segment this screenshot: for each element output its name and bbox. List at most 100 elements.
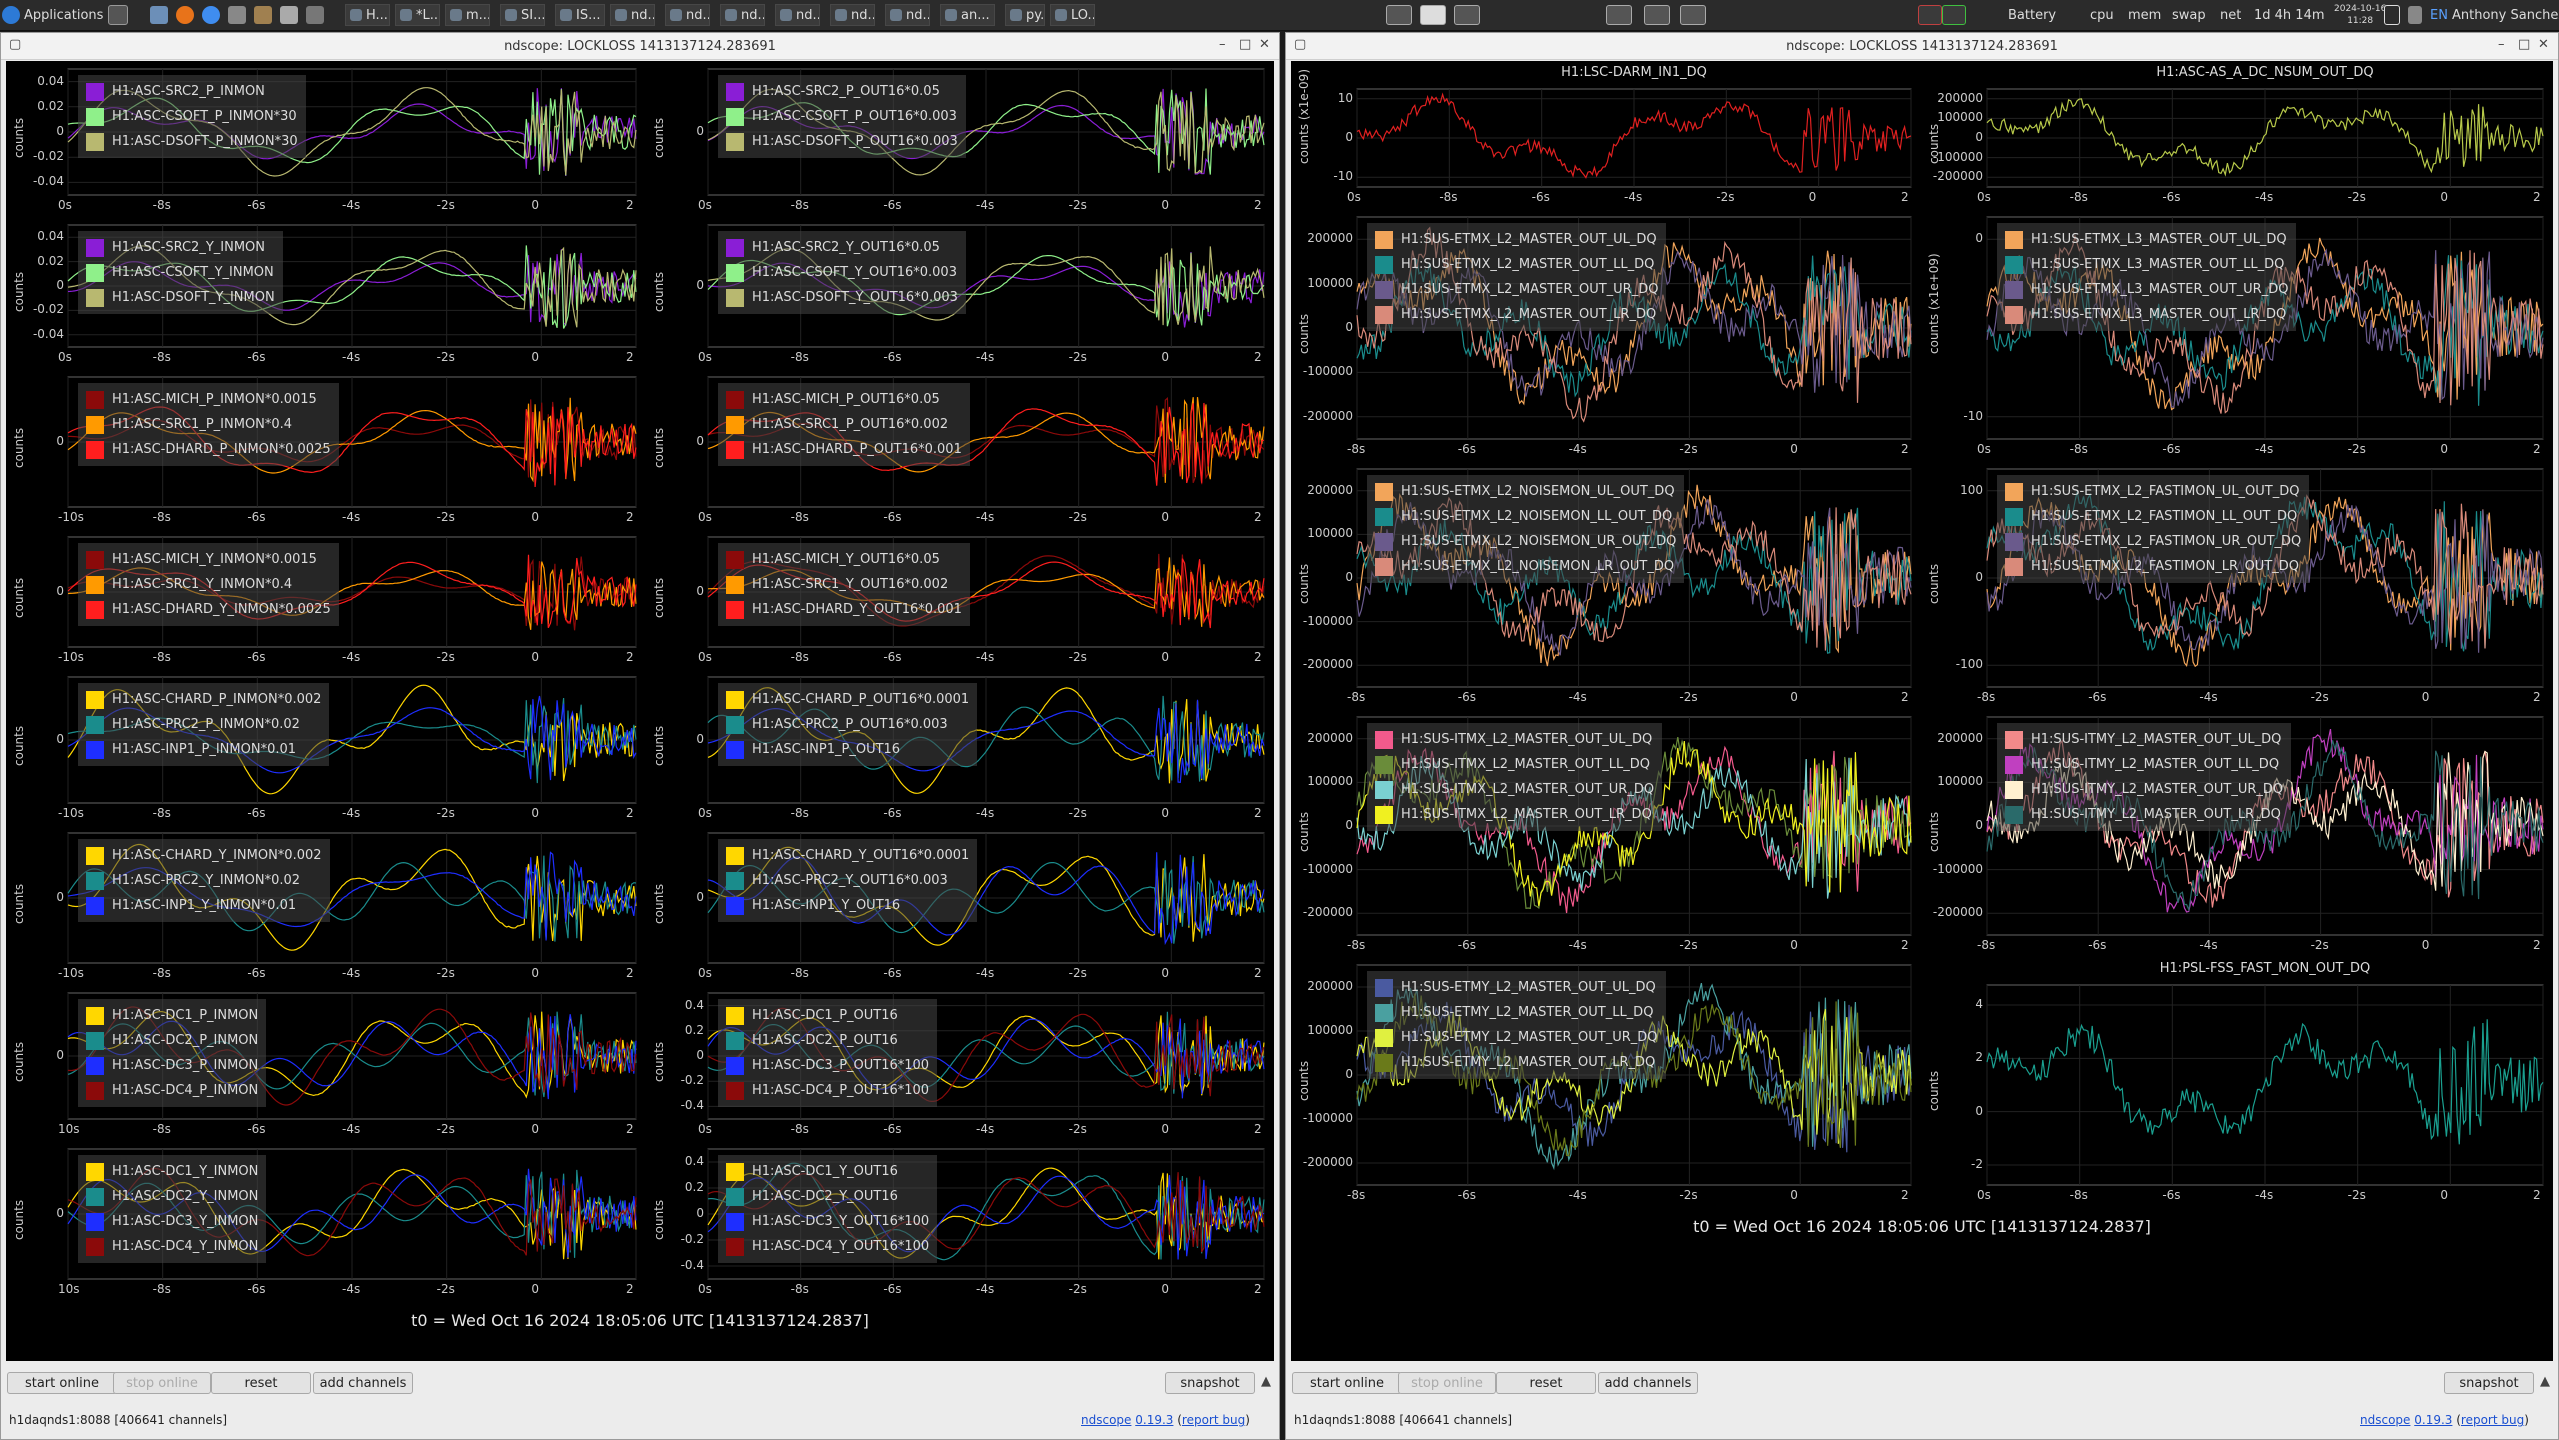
legend-entry[interactable]: H1:ASC-SRC2_Y_OUT16*0.05 bbox=[726, 235, 958, 260]
plot-panel[interactable]: H1:PSL-FSS_FAST_MON_OUT_DQ counts 4 2 0 -2 0s -… bbox=[1921, 957, 2553, 1207]
legend-entry[interactable]: H1:ASC-DC3_Y_INMON bbox=[86, 1209, 258, 1234]
legend-entry[interactable]: H1:ASC-DHARD_P_OUT16*0.001 bbox=[726, 437, 962, 462]
legend-entry[interactable]: H1:ASC-DC4_Y_OUT16*100 bbox=[726, 1234, 929, 1259]
legend-entry[interactable]: H1:ASC-DC1_Y_OUT16 bbox=[726, 1159, 929, 1184]
plot-panel[interactable]: counts 0 -10s -8s -6s -4s -2s 0 2 H1:ASC-MICH_Y_I… bbox=[6, 529, 646, 669]
legend-entry[interactable]: H1:ASC-DSOFT_Y_INMON bbox=[86, 285, 275, 310]
legend-entry[interactable]: H1:ASC-SRC1_Y_INMON*0.4 bbox=[86, 572, 331, 597]
plot-panel[interactable]: counts 0 0s -8s -6s -4s -2s 0 2 H1:ASC-SRC2_Y_OUT… bbox=[646, 217, 1274, 369]
plot-panel[interactable]: counts (x1e+09) 0 -10 0s -8s -6s -4s -2s 0 2 H1:SU… bbox=[1921, 209, 2553, 461]
workspace-3[interactable] bbox=[1454, 4, 1484, 26]
taskbar-task-6[interactable]: nd... bbox=[665, 4, 710, 26]
plot-legend[interactable]: H1:ASC-CHARD_P_INMON*0.002 H1:ASC-PRC2_P_… bbox=[78, 683, 330, 766]
legend-entry[interactable]: H1:SUS-ETMY_L2_MASTER_OUT_LR_DQ bbox=[1375, 1050, 1658, 1075]
legend-entry[interactable]: H1:ASC-DSOFT_P_INMON*30 bbox=[86, 129, 298, 154]
legend-entry[interactable]: H1:ASC-CHARD_P_INMON*0.002 bbox=[86, 687, 321, 712]
legend-entry[interactable]: H1:ASC-PRC2_Y_OUT16*0.003 bbox=[726, 868, 969, 893]
plot-panel[interactable]: counts 200000 100000 0 -100000 -200000 -8s -6s -… bbox=[1291, 957, 1921, 1207]
plot-legend[interactable]: H1:ASC-SRC2_P_OUT16*0.05 H1:ASC-CSOFT_P_O… bbox=[718, 75, 966, 158]
legend-entry[interactable]: H1:ASC-DSOFT_Y_OUT16*0.003 bbox=[726, 285, 958, 310]
close-button[interactable]: ✕ bbox=[2538, 37, 2549, 52]
plot-panel[interactable]: counts 0.4 0.2 0 -0.2 -0.4 0s -8s -6s -4s -2s 0 2 H1:… bbox=[646, 1141, 1274, 1301]
minimize-button[interactable]: – bbox=[2498, 37, 2505, 52]
plot-panel[interactable]: counts 0 0s -8s -6s -4s -2s 0 2 H1:ASC-CHARD_Y_OU… bbox=[646, 825, 1274, 985]
add-channels-button[interactable]: add channels bbox=[1598, 1372, 1698, 1394]
plot-canvas[interactable] bbox=[1921, 957, 2553, 1207]
legend-entry[interactable]: H1:ASC-DSOFT_P_OUT16*0.003 bbox=[726, 129, 958, 154]
legend-entry[interactable]: H1:SUS-ETMX_L3_MASTER_OUT_UL_DQ bbox=[2005, 227, 2288, 252]
legend-entry[interactable]: H1:ASC-DC2_Y_OUT16 bbox=[726, 1184, 929, 1209]
plot-legend[interactable]: H1:SUS-ETMX_L3_MASTER_OUT_UL_DQ H1:SUS-ET… bbox=[1997, 223, 2297, 331]
start-online-button[interactable]: start online bbox=[7, 1372, 117, 1394]
plot-legend[interactable]: H1:ASC-MICH_P_OUT16*0.05 H1:ASC-SRC1_P_OU… bbox=[718, 383, 970, 466]
plot-panel[interactable]: counts 0 -10s -8s -6s -4s -2s 0 2 H1:ASC-CHARD_P_… bbox=[6, 669, 646, 825]
legend-entry[interactable]: H1:SUS-ETMY_L2_MASTER_OUT_UR_DQ bbox=[1375, 1025, 1658, 1050]
legend-entry[interactable]: H1:ASC-CSOFT_P_OUT16*0.003 bbox=[726, 104, 958, 129]
plot-legend[interactable]: H1:ASC-DC1_P_INMON H1:ASC-DC2_P_INMON H1:A… bbox=[78, 999, 267, 1107]
plot-panel[interactable]: counts 0 -10s -8s -6s -4s -2s 0 2 H1:ASC-MICH_P_I… bbox=[6, 369, 646, 529]
legend-entry[interactable]: H1:SUS-ETMY_L2_MASTER_OUT_LL_DQ bbox=[1375, 1000, 1658, 1025]
taskbar-task-7[interactable]: nd... bbox=[720, 4, 765, 26]
reset-button[interactable]: reset bbox=[1496, 1372, 1596, 1394]
snapshot-button[interactable]: snapshot bbox=[2444, 1372, 2534, 1394]
share-launcher[interactable] bbox=[228, 4, 250, 26]
legend-entry[interactable]: H1:ASC-PRC2_P_OUT16*0.003 bbox=[726, 712, 969, 737]
plot-legend[interactable]: H1:SUS-ETMX_L2_MASTER_OUT_UL_DQ H1:SUS-ET… bbox=[1367, 223, 1667, 331]
legend-entry[interactable]: H1:SUS-ITMY_L2_MASTER_OUT_LL_DQ bbox=[2005, 752, 2283, 777]
taskbar-task-5[interactable]: nd... bbox=[610, 4, 655, 26]
collapse-icon[interactable]: ▲ bbox=[2540, 1374, 2550, 1389]
plot-panel[interactable]: H1:LSC-DARM_IN1_DQ counts (x1e-09) 10 0 -10 0… bbox=[1291, 61, 1921, 209]
legend-entry[interactable]: H1:ASC-DC4_P_INMON bbox=[86, 1078, 258, 1103]
report-bug-link[interactable]: report bug bbox=[2461, 1413, 2524, 1427]
legend-entry[interactable]: H1:SUS-ITMX_L2_MASTER_OUT_LL_DQ bbox=[1375, 752, 1654, 777]
legend-entry[interactable]: H1:ASC-PRC2_Y_INMON*0.02 bbox=[86, 868, 322, 893]
workspace-5[interactable] bbox=[1644, 4, 1674, 26]
plot-panel[interactable]: counts 0.4 0.2 0 -0.2 -0.4 0s -8s -6s -4s -2s 0 2 H1:… bbox=[646, 985, 1274, 1141]
plot-legend[interactable]: H1:SUS-ETMY_L2_MASTER_OUT_UL_DQ H1:SUS-ET… bbox=[1367, 971, 1666, 1079]
files-launcher[interactable] bbox=[150, 4, 172, 26]
plot-legend[interactable]: H1:ASC-SRC2_Y_OUT16*0.05 H1:ASC-CSOFT_Y_O… bbox=[718, 231, 966, 314]
ndscope-link[interactable]: ndscope bbox=[1081, 1413, 1131, 1427]
legend-entry[interactable]: H1:ASC-DC1_P_INMON bbox=[86, 1003, 258, 1028]
plot-legend[interactable]: H1:ASC-CHARD_Y_INMON*0.002 H1:ASC-PRC2_Y_… bbox=[78, 839, 330, 922]
legend-entry[interactable]: H1:ASC-DC2_P_OUT16 bbox=[726, 1028, 929, 1053]
plot-area[interactable]: counts 0.04 0.02 0 -0.02 -0.04 0s -8s -6s -4s -2s 0… bbox=[6, 61, 1274, 1361]
start-online-button[interactable]: start online bbox=[1292, 1372, 1402, 1394]
legend-entry[interactable]: H1:SUS-ITMY_L2_MASTER_OUT_LR_DQ bbox=[2005, 802, 2283, 827]
plot-panel[interactable]: counts 0 0s -8s -6s -4s -2s 0 2 H1:ASC-CHARD_P_OU… bbox=[646, 669, 1274, 825]
snapshot-button[interactable]: snapshot bbox=[1165, 1372, 1255, 1394]
version-link[interactable]: 0.19.3 bbox=[1135, 1413, 1173, 1427]
stop-online-button[interactable]: stop online bbox=[1398, 1372, 1496, 1394]
workspace-2[interactable] bbox=[1420, 4, 1450, 26]
taskbar-task-9[interactable]: nd... bbox=[830, 4, 875, 26]
plot-legend[interactable]: H1:SUS-ITMY_L2_MASTER_OUT_UL_DQ H1:SUS-IT… bbox=[1997, 723, 2292, 831]
plot-canvas[interactable] bbox=[1291, 61, 1921, 209]
legend-entry[interactable]: H1:ASC-CSOFT_P_INMON*30 bbox=[86, 104, 298, 129]
legend-entry[interactable]: H1:ASC-INP1_Y_OUT16 bbox=[726, 893, 969, 918]
indicator-green[interactable] bbox=[1942, 4, 1970, 26]
workspace-1[interactable] bbox=[1386, 4, 1416, 26]
taskbar-task-8[interactable]: nd... bbox=[775, 4, 820, 26]
plot-area[interactable]: H1:LSC-DARM_IN1_DQ counts (x1e-09) 10 0 -10 0… bbox=[1291, 61, 2553, 1361]
taskbar-task-0[interactable]: H... bbox=[345, 4, 390, 26]
plot-panel[interactable]: H1:ASC-AS_A_DC_NSUM_OUT_DQ counts 200000 10… bbox=[1921, 61, 2553, 209]
legend-entry[interactable]: H1:SUS-ETMX_L2_MASTER_OUT_LR_DQ bbox=[1375, 302, 1658, 327]
taskbar-task-1[interactable]: *L... bbox=[395, 4, 440, 26]
stop-online-button[interactable]: stop online bbox=[113, 1372, 211, 1394]
legend-entry[interactable]: H1:ASC-DHARD_Y_INMON*0.0025 bbox=[86, 597, 331, 622]
legend-entry[interactable]: H1:SUS-ITMX_L2_MASTER_OUT_UL_DQ bbox=[1375, 727, 1654, 752]
legend-entry[interactable]: H1:ASC-CSOFT_Y_INMON bbox=[86, 260, 275, 285]
legend-entry[interactable]: H1:ASC-CSOFT_Y_OUT16*0.003 bbox=[726, 260, 958, 285]
taskbar-task-12[interactable]: py... bbox=[1005, 4, 1045, 26]
legend-entry[interactable]: H1:ASC-MICH_Y_OUT16*0.05 bbox=[726, 547, 962, 572]
legend-entry[interactable]: H1:ASC-DC4_Y_INMON bbox=[86, 1234, 258, 1259]
legend-entry[interactable]: H1:ASC-CHARD_P_OUT16*0.0001 bbox=[726, 687, 969, 712]
download-launcher[interactable] bbox=[306, 4, 328, 26]
battery-indicator[interactable]: Battery bbox=[2008, 4, 2056, 26]
minimize-button[interactable]: – bbox=[1219, 37, 1226, 52]
legend-entry[interactable]: H1:SUS-ETMX_L3_MASTER_OUT_UR_DQ bbox=[2005, 277, 2288, 302]
legend-entry[interactable]: H1:SUS-ITMY_L2_MASTER_OUT_UR_DQ bbox=[2005, 777, 2283, 802]
collapse-icon[interactable]: ▲ bbox=[1261, 1374, 1271, 1389]
taskbar-task-11[interactable]: an... bbox=[940, 4, 995, 26]
window-menu-icon[interactable]: ▢ bbox=[9, 37, 21, 52]
